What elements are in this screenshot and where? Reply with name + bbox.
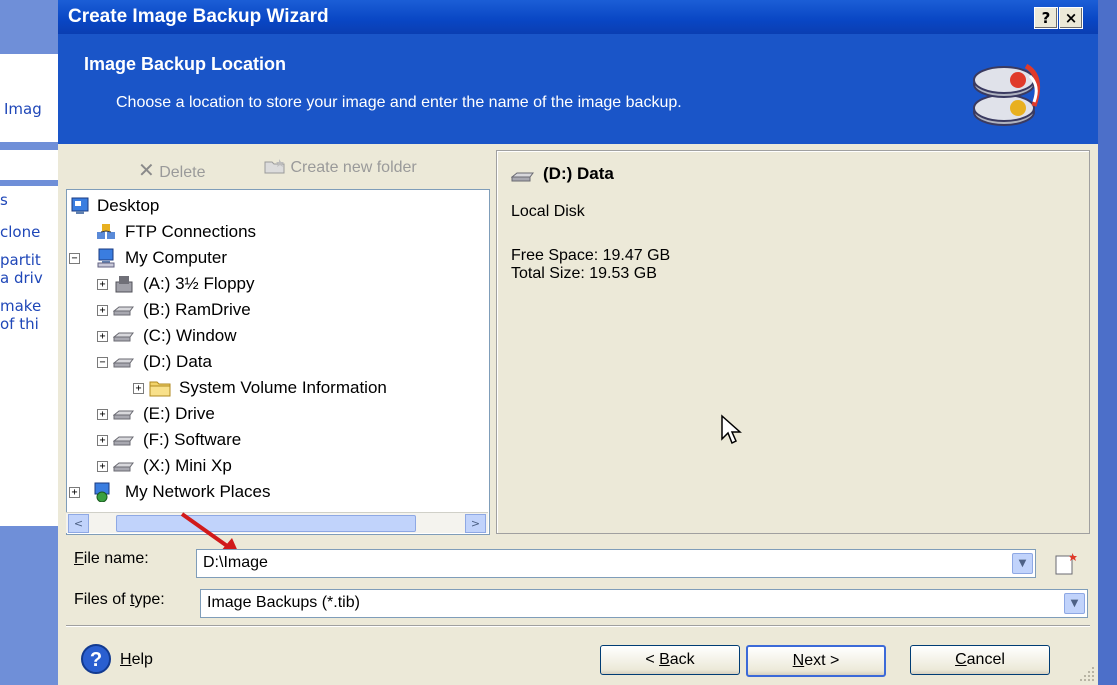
drive-icon [113,332,134,342]
tree-label: System Volume Information [179,378,387,397]
background-app-sidebar: Imag s clone partit a driv make of thi [0,0,58,685]
new-folder-icon [264,159,285,174]
collapse-toggle[interactable]: − [69,253,80,264]
folder-tree[interactable]: Desktop FTP Connections − My Computer + … [66,189,490,535]
tree-label: (A:) 3½ Floppy [143,274,255,293]
help-link[interactable]: Help [120,651,153,669]
location-details-panel: (D:) Data Local Disk Free Space: 19.47 G… [496,150,1090,534]
backup-disks-icon [973,63,1041,126]
network-icon [94,482,110,502]
separator [66,625,1090,627]
bg-item: of thi [0,315,39,333]
new-file-icon[interactable] [1053,551,1079,575]
close-button[interactable]: × [1059,7,1083,29]
drive-icon [113,410,134,420]
tree-label: My Computer [125,248,228,267]
floppy-icon [115,276,133,293]
total-size: Total Size: 19.53 GB [511,265,657,282]
drive-icon [113,436,134,446]
tree-label: (F:) Software [143,430,242,449]
mouse-cursor-icon [721,414,742,445]
svg-text:?: ? [90,649,102,671]
cancel-button[interactable]: Cancel [910,645,1050,675]
tree-label: (X:) Mini Xp [143,456,232,475]
bg-item: partit [0,251,41,269]
create-folder-button[interactable]: Create new folder [264,158,417,177]
tree-label: (E:) Drive [143,404,215,423]
drive-icon [113,306,134,316]
file-type-select[interactable]: Image Backups (*.tib) ▼ [200,589,1088,618]
expand-toggle[interactable]: + [133,383,144,394]
tree-horizontal-scrollbar[interactable]: < > [66,512,488,533]
tree-label: (D:) Data [143,352,212,371]
collapse-toggle[interactable]: − [97,357,108,368]
create-folder-label: Create new folder [290,159,417,176]
scroll-thumb[interactable] [116,515,416,532]
delete-label: Delete [159,164,206,181]
file-name-value: D:\Image [203,554,268,571]
expand-toggle[interactable]: + [97,305,108,316]
tree-label: (B:) RamDrive [143,300,251,319]
drive-icon [113,462,134,472]
file-type-dropdown-button[interactable]: ▼ [1064,593,1085,614]
bg-item: Imag [4,100,42,118]
ftp-icon [97,224,115,239]
resize-grip-icon[interactable] [1078,665,1096,683]
scroll-right-button[interactable]: > [465,514,486,533]
bg-item: make [0,297,42,315]
expand-toggle[interactable]: + [97,279,108,290]
free-space: Free Space: 19.47 GB [511,247,671,264]
expand-toggle[interactable]: + [97,409,108,420]
drive-type: Local Disk [511,203,585,220]
step-description: Choose a location to store your image an… [116,94,682,111]
bg-item: a driv [0,269,43,287]
drive-icon [113,358,134,368]
file-name-combobox[interactable]: D:\Image ▼ [196,549,1036,578]
tree-label: FTP Connections [125,222,257,241]
wizard-dialog: Create Image Backup Wizard ? × Image Bac… [58,0,1098,685]
file-name-dropdown-button[interactable]: ▼ [1012,553,1033,574]
expand-toggle[interactable]: + [69,487,80,498]
computer-icon [97,248,115,268]
back-button[interactable]: < Back [600,645,740,675]
drive-icon [511,172,534,182]
title-bar: Create Image Backup Wizard ? × [58,0,1098,34]
bg-item: clone [0,223,41,241]
file-name-label: File name: [74,550,149,567]
expand-toggle[interactable]: + [97,461,108,472]
help-icon[interactable]: ? [80,643,112,675]
wizard-header: Image Backup Location Choose a location … [58,34,1098,144]
window-title: Create Image Backup Wizard [68,6,329,27]
file-type-value: Image Backups (*.tib) [207,594,360,611]
delete-icon: ✕ [138,160,155,182]
help-title-button[interactable]: ? [1034,7,1058,29]
file-type-label: Files of type: [74,591,165,608]
tree-label: Desktop [97,196,160,215]
step-title: Image Backup Location [84,54,287,74]
scroll-left-button[interactable]: < [68,514,89,533]
tree-label: My Network Places [125,482,271,501]
selected-drive-title: (D:) Data [543,164,614,183]
bg-item: s [0,191,8,209]
desktop-icon [71,197,89,214]
next-button[interactable]: Next > [746,645,886,677]
folder-icon [149,381,171,397]
delete-button[interactable]: ✕ Delete [138,158,205,183]
tree-label: (C:) Window [143,326,237,345]
background-app-edge [1098,0,1117,685]
expand-toggle[interactable]: + [97,331,108,342]
expand-toggle[interactable]: + [97,435,108,446]
